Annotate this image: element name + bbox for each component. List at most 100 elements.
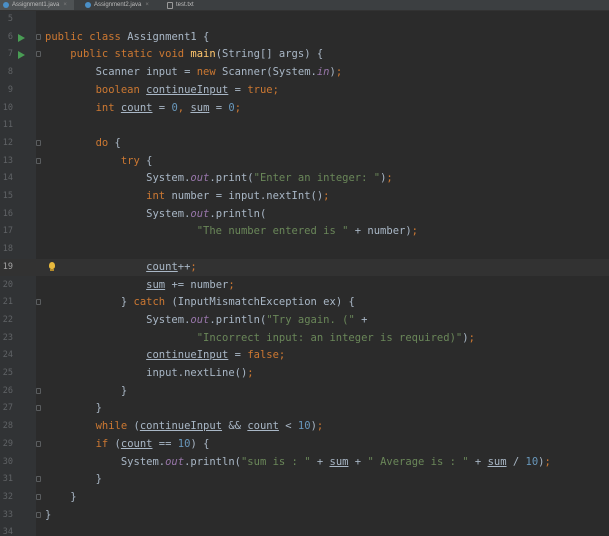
- fold-icon[interactable]: [36, 139, 41, 146]
- code-line[interactable]: 12 do {: [0, 135, 609, 153]
- fold-icon[interactable]: [36, 493, 41, 500]
- code-token: count: [120, 437, 153, 450]
- code-token: ==: [152, 437, 178, 450]
- code-line[interactable]: 34: [0, 524, 609, 536]
- fold-icon[interactable]: [36, 476, 41, 483]
- code-token: .println(: [209, 313, 267, 326]
- code-text: }: [45, 507, 51, 525]
- line-number: 29: [2, 438, 13, 449]
- code-token: out: [190, 207, 210, 220]
- code-text: if (count == 10) {: [45, 436, 210, 454]
- code-token: &&: [222, 420, 248, 433]
- code-token: System.: [45, 455, 166, 468]
- tab-assignment1[interactable]: Assignment1.java ×: [0, 0, 74, 10]
- code-line[interactable]: 24 continueInput = false;: [0, 347, 609, 365]
- code-text: System.out.println(: [45, 206, 266, 224]
- code-token: "Incorrect input: an integer is required…: [196, 331, 463, 344]
- code-token: out: [190, 172, 210, 185]
- code-token: .print(: [209, 172, 254, 185]
- tab-test-txt[interactable]: test.txt: [164, 0, 204, 10]
- close-icon[interactable]: ×: [63, 0, 67, 10]
- run-icon[interactable]: [18, 51, 25, 60]
- code-line[interactable]: 7 public static void main(String[] args)…: [0, 46, 609, 64]
- code-line[interactable]: 18: [0, 241, 609, 259]
- line-number: 28: [2, 421, 13, 432]
- code-text: System.out.println("Try again. (" +: [45, 312, 367, 330]
- fold-icon[interactable]: [36, 299, 41, 306]
- code-line[interactable]: 14 System.out.print("Enter an integer: "…: [0, 170, 609, 188]
- line-number: 26: [2, 385, 13, 396]
- line-number: 31: [2, 474, 13, 485]
- code-text: continueInput = false;: [45, 347, 285, 365]
- code-token: =: [152, 101, 172, 114]
- code-token: public class: [45, 30, 128, 43]
- code-line[interactable]: 28 while (continueInput && count < 10);: [0, 418, 609, 436]
- line-number: 21: [2, 297, 13, 308]
- line-number: 11: [2, 120, 13, 131]
- close-icon[interactable]: ×: [145, 0, 149, 10]
- code-line[interactable]: 15 int number = input.nextInt();: [0, 188, 609, 206]
- code-editor[interactable]: 5 6 public class Assignment1 {7 public sta…: [0, 11, 609, 536]
- code-line[interactable]: 26 }: [0, 383, 609, 401]
- code-line[interactable]: 13 try {: [0, 153, 609, 171]
- code-line[interactable]: 30 System.out.println("sum is : " + sum …: [0, 454, 609, 472]
- code-token: sum: [146, 278, 166, 291]
- fold-icon[interactable]: [36, 387, 41, 394]
- code-text: while (continueInput && count < 10);: [45, 418, 324, 436]
- code-line[interactable]: 11: [0, 117, 609, 135]
- code-text: }: [45, 471, 102, 489]
- code-line[interactable]: 20 sum += number;: [0, 277, 609, 295]
- code-line[interactable]: 31 }: [0, 471, 609, 489]
- code-token: continueInput: [139, 420, 223, 433]
- line-number: 17: [2, 226, 13, 237]
- code-line[interactable]: 27 }: [0, 400, 609, 418]
- code-token: =: [209, 101, 229, 114]
- line-number: 7: [7, 49, 13, 60]
- code-token: }: [45, 508, 52, 521]
- code-line[interactable]: 6 public class Assignment1 {: [0, 29, 609, 47]
- code-line[interactable]: 9 boolean continueInput = true;: [0, 82, 609, 100]
- fold-icon[interactable]: [36, 405, 41, 412]
- code-token: while: [95, 420, 134, 433]
- code-line[interactable]: 19 count++;: [0, 258, 609, 277]
- code-line[interactable]: 25 input.nextLine();: [0, 365, 609, 383]
- code-line[interactable]: 22 System.out.println("Try again. (" +: [0, 312, 609, 330]
- fold-icon[interactable]: [36, 51, 41, 58]
- code-text: "The number entered is " + number);: [45, 223, 418, 241]
- code-line[interactable]: 23 "Incorrect input: an integer is requi…: [0, 330, 609, 348]
- fold-icon[interactable]: [36, 157, 41, 164]
- code-line[interactable]: 8 Scanner input = new Scanner(System.in)…: [0, 64, 609, 82]
- code-line[interactable]: 5: [0, 11, 609, 29]
- code-line[interactable]: 33}: [0, 507, 609, 525]
- line-number: 15: [2, 191, 13, 201]
- code-token: try: [120, 154, 147, 167]
- code-line[interactable]: 29 if (count == 10) {: [0, 436, 609, 454]
- code-line[interactable]: 10 int count = 0, sum = 0;: [0, 100, 609, 118]
- code-line[interactable]: 21 } catch (InputMismatchException ex) {: [0, 294, 609, 312]
- editor-tab-bar: Assignment1.java × Assignment2.java × te…: [0, 0, 609, 11]
- code-token: int: [146, 190, 172, 202]
- code-line[interactable]: 17 "The number entered is " + number);: [0, 223, 609, 241]
- code-line[interactable]: 16 System.out.println(: [0, 206, 609, 224]
- code-text: try {: [45, 153, 153, 171]
- line-number: 8: [7, 67, 13, 78]
- code-text: } catch (InputMismatchException ex) {: [45, 294, 355, 312]
- run-icon[interactable]: [18, 33, 25, 42]
- code-token: }: [45, 473, 102, 486]
- code-text: input.nextLine();: [45, 365, 253, 383]
- code-line[interactable]: 32 }: [0, 489, 609, 507]
- code-token: System.: [45, 207, 191, 220]
- code-token: boolean: [95, 83, 147, 96]
- code-token: count: [120, 101, 153, 114]
- tab-assignment2[interactable]: Assignment2.java ×: [82, 0, 162, 10]
- code-token: true: [247, 83, 273, 96]
- code-text: "Incorrect input: an integer is required…: [45, 330, 475, 348]
- fold-icon[interactable]: [36, 440, 41, 447]
- code-token: .println(: [209, 207, 267, 220]
- fold-icon[interactable]: [36, 33, 41, 40]
- fold-icon[interactable]: [36, 511, 41, 518]
